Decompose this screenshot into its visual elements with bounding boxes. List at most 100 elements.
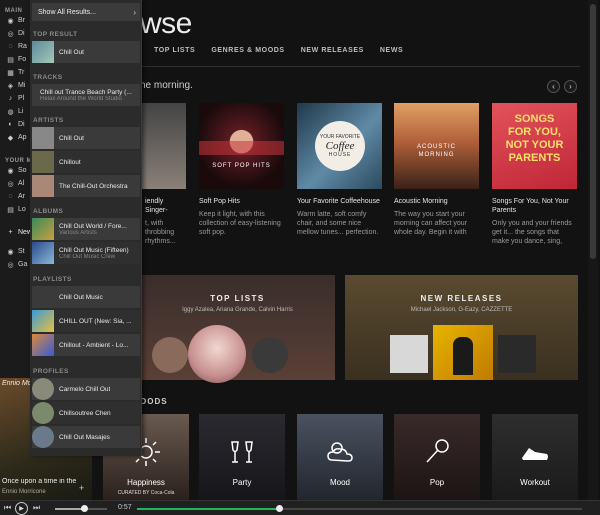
scrollbar-thumb[interactable] xyxy=(590,4,596,259)
previous-icon[interactable]: ⏮ xyxy=(4,503,11,513)
next-icon[interactable]: ⏭ xyxy=(33,503,40,513)
player-bar: ⏮ ▶ ⏭ 0:57 xyxy=(0,500,600,515)
sidebar-item-main-1[interactable]: ◎ Di xyxy=(0,27,32,40)
artist-avatar xyxy=(188,325,246,383)
banner-new-releases[interactable]: NEW RELEASES Michael Jackson, G-Eazy, CA… xyxy=(345,275,578,380)
result-subtitle: Relax Around the World Studio xyxy=(40,95,122,102)
sidebar-icon: ▤ xyxy=(7,206,14,214)
banner-top-lists[interactable]: TOP LISTS Iggy Azalea, Ariana Grande, Ca… xyxy=(140,275,335,383)
sidebar-item-main-4[interactable]: ▦ Tr xyxy=(0,66,32,79)
sidebar-icon: ♪ xyxy=(8,95,13,102)
album-cover xyxy=(390,335,428,373)
sidebar-item-label: Fo xyxy=(18,56,27,63)
result-row[interactable]: CHILL OUT (New: Sia, ... xyxy=(32,310,140,332)
sidebar-item-music-2[interactable]: ◌ Ar xyxy=(0,190,32,203)
sidebar-item-main-9[interactable]: ◆ Ap xyxy=(0,131,32,144)
section-top-result: TOP RESULT xyxy=(33,31,78,38)
result-title: Carmelo Chill Out xyxy=(59,385,111,393)
sidebar-item-main-0[interactable]: ◉ Br xyxy=(0,14,32,27)
sidebar-item-label: Br xyxy=(18,17,25,24)
sidebar-item-main-2[interactable]: ◌ Ra xyxy=(0,40,32,53)
tab-news[interactable]: NEWS xyxy=(380,47,403,54)
mood-tile-mood[interactable]: Mood xyxy=(297,414,383,500)
mood-label: Mood xyxy=(329,478,350,487)
result-row[interactable]: Chill Out Music xyxy=(32,286,140,308)
sidebar-item-music-1[interactable]: ◎ Al xyxy=(0,177,32,190)
sidebar-item-label: Li xyxy=(18,108,24,115)
now-playing-artist[interactable]: Ennio Morricone xyxy=(0,489,46,495)
play-button[interactable]: ▶ xyxy=(15,502,28,515)
plus-icon: + xyxy=(8,229,13,236)
result-row[interactable]: The Chill-Out Orchestra xyxy=(32,175,140,197)
playlist-card-soft-pop-hits[interactable]: SOFT POP HITS Soft Pop Hits Keep it ligh… xyxy=(199,103,284,237)
sidebar-item-main-3[interactable]: ▤ Fo xyxy=(0,53,32,66)
sidebar-item-main-6[interactable]: ♪ Pl xyxy=(0,92,32,105)
coffee-cup-icon: YOUR FAVORITE Coffee HOUSE xyxy=(315,121,365,171)
sidebar-item-label: So xyxy=(18,167,27,174)
sidebar-item-extra-0[interactable]: ◉ St xyxy=(0,245,32,258)
mood-tile-party[interactable]: Party xyxy=(199,414,285,500)
result-subtitle: Chill Out Music Crew xyxy=(59,253,116,260)
card-art: ACOUSTIC MORNING xyxy=(394,103,479,189)
shoe-icon xyxy=(492,434,578,470)
result-title: The Chill-Out Orchestra xyxy=(59,182,128,190)
card-art: YOUR FAVORITE Coffee HOUSE xyxy=(297,103,382,189)
progress-knob[interactable] xyxy=(276,505,284,512)
sidebar-icon: ◌ xyxy=(8,193,13,200)
sidebar-item-main-8[interactable]: ◐ Di xyxy=(0,118,32,131)
result-title: Chill Out Music (Fifteen) xyxy=(59,246,129,254)
result-row[interactable]: Chillout - Ambient - Lo... xyxy=(32,334,140,356)
volume-knob[interactable] xyxy=(80,505,88,512)
progress-bar[interactable] xyxy=(137,508,582,510)
result-row[interactable]: Chill Out xyxy=(32,127,140,149)
chevron-right-icon: › xyxy=(133,7,136,17)
artist-avatar xyxy=(252,337,288,373)
result-row[interactable]: Chill Out Music (Fifteen) Chill Out Music… xyxy=(32,242,140,264)
mood-tile-pop[interactable]: Pop xyxy=(394,414,480,500)
result-row[interactable]: Chillsoutree Chen xyxy=(32,402,140,424)
rail-your-music-label: YOUR M xyxy=(5,158,32,164)
chevron-left-icon[interactable]: ‹ xyxy=(547,80,560,93)
tab-genres-moods[interactable]: GENRES & MOODS xyxy=(211,47,284,54)
plus-icon[interactable]: + xyxy=(79,483,84,493)
sidebar-item-music-3[interactable]: ▤ Lo xyxy=(0,203,32,216)
new-playlist-button[interactable]: + New xyxy=(0,226,32,239)
result-row[interactable]: Chill out Trance Beach Party (... Relax A… xyxy=(32,84,140,106)
card-title: Songs For You, Not Your Parents xyxy=(492,198,569,214)
result-row[interactable]: Chill Out xyxy=(32,41,140,63)
banner-title: NEW RELEASES xyxy=(420,294,503,303)
section-albums: ALBUMS xyxy=(33,208,64,215)
section-playlists: PLAYLISTS xyxy=(33,276,72,283)
avatar xyxy=(32,402,54,424)
sidebar-item-music-0[interactable]: ◉ So xyxy=(0,164,32,177)
card-desc: The way you start your morning can affec… xyxy=(394,211,468,236)
banner-title: TOP LISTS xyxy=(210,294,265,303)
playlist-card-songs-for-you[interactable]: SONGS FOR YOU, NOT YOUR PARENTS Songs Fo… xyxy=(492,103,577,246)
result-row[interactable]: Chill Out Masajes xyxy=(32,426,140,448)
tab-top-lists[interactable]: TOP LISTS xyxy=(154,47,195,54)
card-desc: Only you and your friends get it... the … xyxy=(492,220,572,245)
sidebar-item-main-7[interactable]: ◍ Li xyxy=(0,105,32,118)
art-label: SOFT POP HITS xyxy=(212,163,271,169)
art-lines: SONGS FOR YOU, NOT YOUR PARENTS xyxy=(492,113,577,165)
result-row[interactable]: Carmelo Chill Out xyxy=(32,378,140,400)
playlist-card-acoustic-morning[interactable]: ACOUSTIC MORNING Acoustic Morning The wa… xyxy=(394,103,479,237)
section-profiles: PROFILES xyxy=(33,368,69,375)
show-all-results-button[interactable]: Show All Results... › xyxy=(32,3,140,21)
playlist-card-coffeehouse[interactable]: YOUR FAVORITE Coffee HOUSE Your Favorite… xyxy=(297,103,382,237)
moods-heading: OODS xyxy=(140,397,168,406)
card-art: SOFT POP HITS xyxy=(199,103,284,189)
result-row[interactable]: Chillout xyxy=(32,151,140,173)
sidebar-item-main-5[interactable]: ◈ Mi xyxy=(0,79,32,92)
result-row[interactable]: Chill Out World / Fore... Various Artists xyxy=(32,218,140,240)
scrollbar[interactable] xyxy=(588,0,598,500)
mood-tile-workout[interactable]: Workout xyxy=(492,414,578,500)
sidebar-item-extra-1[interactable]: ◎ Ga xyxy=(0,258,32,271)
sidebar-icon: ◆ xyxy=(7,134,14,142)
chevron-right-icon[interactable]: › xyxy=(564,80,577,93)
sidebar-item-label: Ra xyxy=(18,43,27,50)
tab-new-releases[interactable]: NEW RELEASES xyxy=(301,47,364,54)
sidebar-icon: ◎ xyxy=(7,30,14,38)
result-title: Chillout xyxy=(59,158,81,166)
sidebar-icon: ◎ xyxy=(7,180,14,188)
